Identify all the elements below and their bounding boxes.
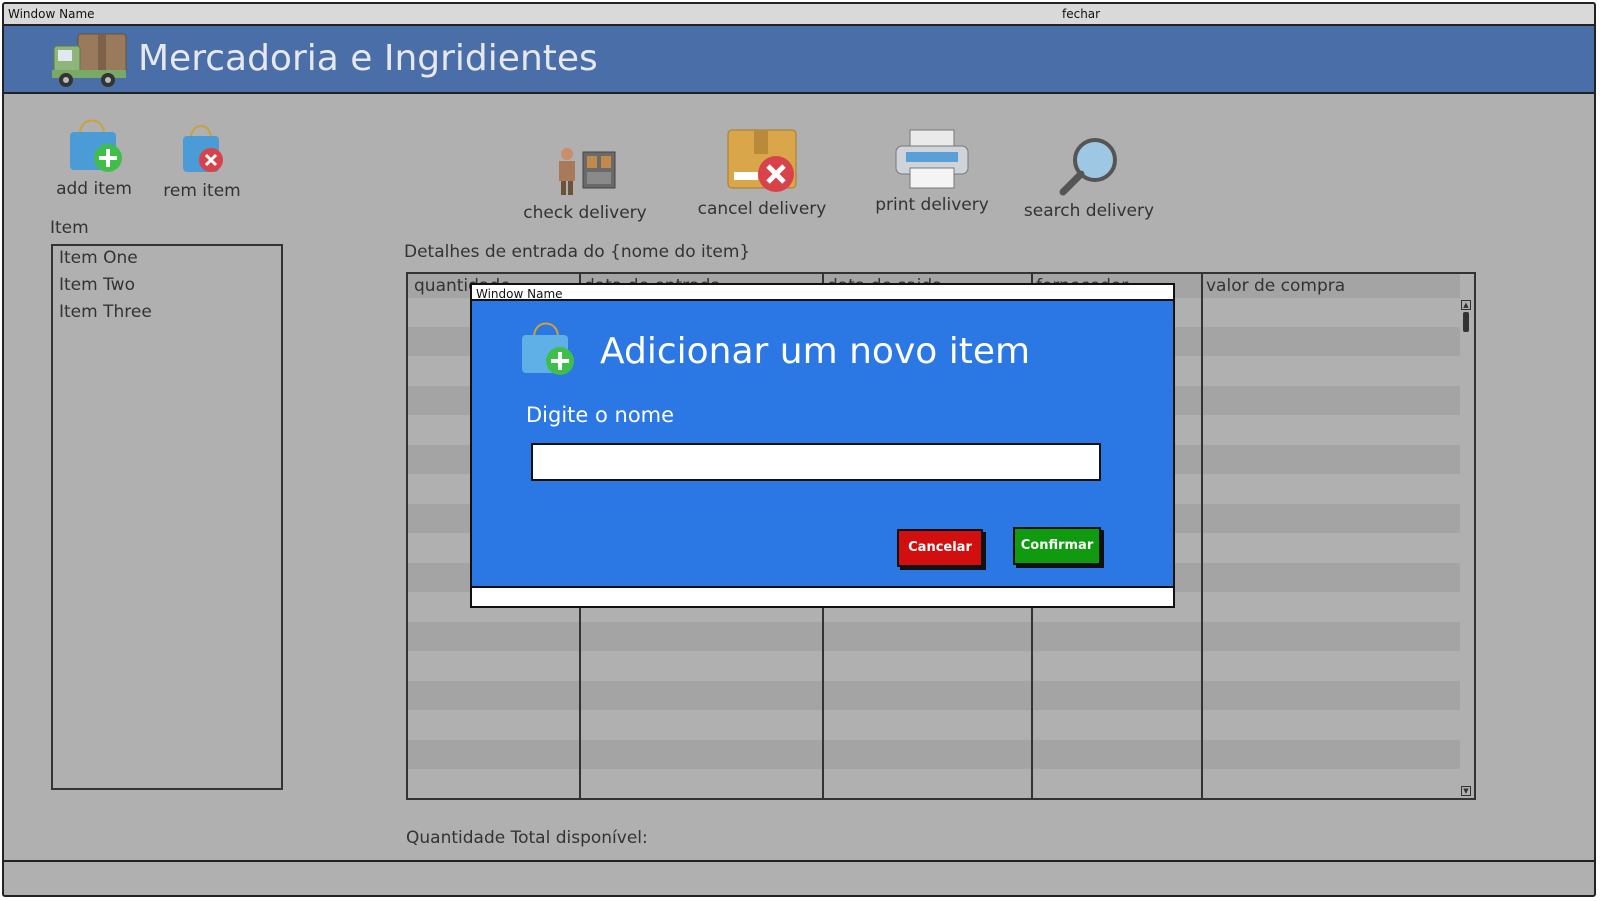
check-delivery-button[interactable]: check delivery (520, 144, 650, 223)
magnifier-icon (1059, 138, 1117, 196)
delivery-man-icon (559, 148, 616, 195)
name-input[interactable] (531, 443, 1101, 481)
list-item[interactable]: Item Three (53, 300, 281, 327)
add-item-button[interactable]: add item (54, 112, 134, 199)
item-list: Item One Item Two Item Three (51, 244, 283, 790)
list-item[interactable]: Item Two (53, 273, 281, 300)
dialog-body: Adicionar um novo item Digite o nome Can… (472, 299, 1173, 588)
remove-bag-icon (183, 125, 223, 172)
add-item-label: add item (56, 179, 132, 199)
total-available-label: Quantidade Total disponível: (406, 828, 648, 848)
name-field-label: Digite o nome (526, 403, 675, 427)
cancel-button[interactable]: Cancelar (897, 529, 983, 567)
rem-item-button[interactable]: rem item (160, 118, 244, 201)
table-row (408, 622, 1460, 651)
item-list-label: Item (50, 218, 89, 238)
page-title: Mercadoria e Ingridientes (138, 38, 598, 79)
print-delivery-label: print delivery (875, 195, 989, 215)
page-header: Mercadoria e Ingridientes (4, 26, 1594, 94)
cancel-delivery-label: cancel delivery (697, 199, 827, 219)
table-scrollbar[interactable]: ▲ ▼ (1460, 298, 1472, 796)
close-link[interactable]: fechar (1062, 7, 1100, 21)
truck-icon (52, 33, 127, 87)
add-item-dialog: Window Name Adicionar um novo item Digit… (470, 283, 1175, 608)
scroll-down-icon[interactable]: ▼ (1461, 786, 1471, 796)
check-delivery-label: check delivery (523, 203, 647, 223)
print-delivery-button[interactable]: print delivery (868, 128, 996, 215)
status-bar (4, 860, 1594, 862)
cancel-delivery-button[interactable]: cancel delivery (692, 128, 832, 219)
add-bag-icon (522, 322, 574, 375)
printer-icon (895, 129, 969, 189)
search-delivery-label: search delivery (1023, 201, 1155, 221)
table-row (408, 681, 1460, 710)
search-delivery-button[interactable]: search delivery (1018, 136, 1160, 221)
rem-item-label: rem item (163, 181, 241, 201)
window-title: Window Name (8, 7, 95, 21)
column-divider (1201, 274, 1203, 798)
cancel-package-icon (727, 129, 797, 192)
details-title: Detalhes de entrada do {nome do item} (404, 242, 751, 262)
column-header-valor-compra[interactable]: valor de compra (1206, 276, 1345, 296)
add-bag-icon (70, 119, 122, 172)
confirm-button[interactable]: Confirmar (1013, 527, 1101, 565)
dialog-heading: Adicionar um novo item (600, 331, 1031, 372)
table-row (408, 740, 1460, 769)
list-item[interactable]: Item One (53, 246, 281, 273)
title-bar: Window Name fechar (4, 4, 1594, 26)
scroll-thumb[interactable] (1463, 312, 1469, 332)
scroll-up-icon[interactable]: ▲ (1461, 300, 1471, 310)
